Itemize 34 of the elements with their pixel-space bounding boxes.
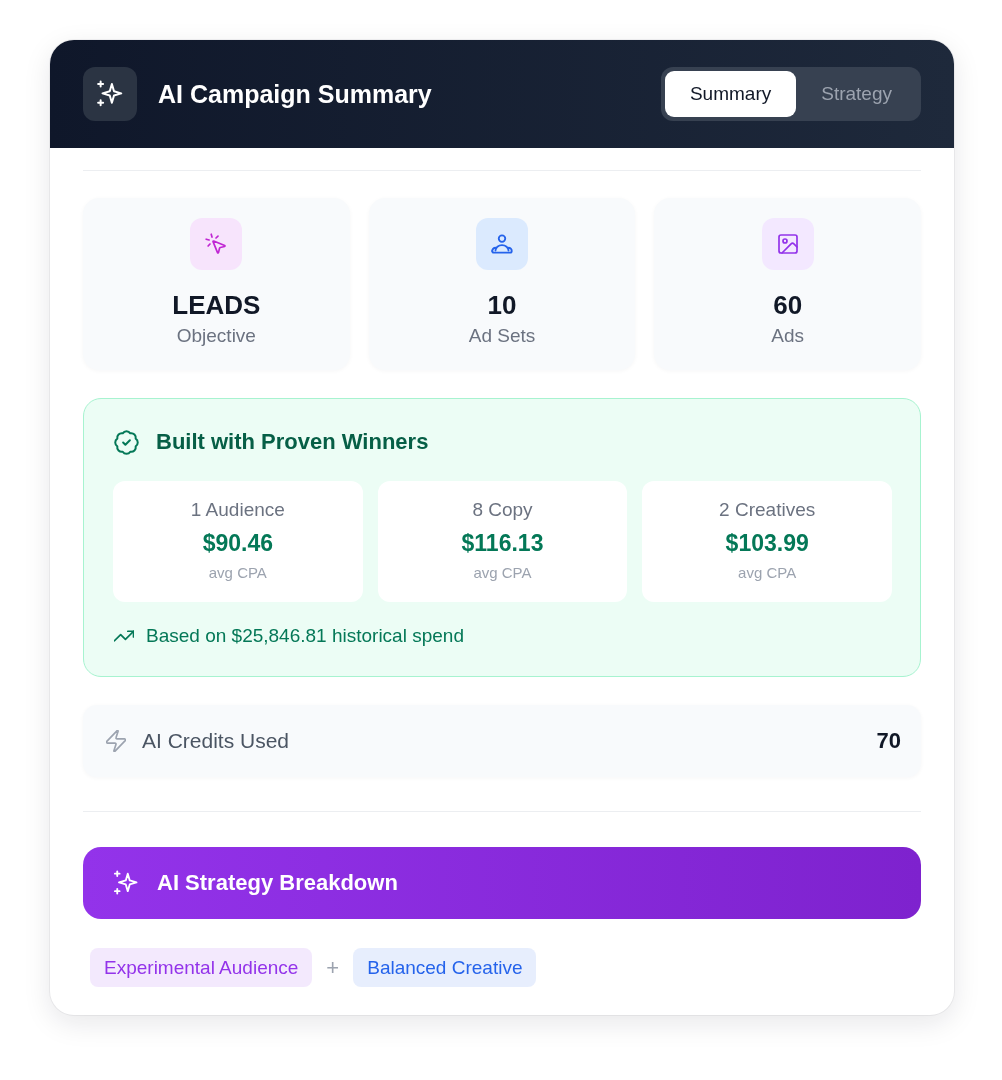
spend-note: Based on $25,846.81 historical spend: [146, 625, 464, 647]
metric-value: $116.13: [461, 529, 544, 557]
metric-value: $90.46: [202, 529, 273, 557]
image-icon: [761, 218, 814, 270]
stat-value: 60: [773, 290, 803, 320]
window-title: AI Campaign Summary: [158, 79, 432, 109]
plus-separator: +: [326, 954, 340, 981]
metric-label: 1 Audience: [190, 499, 285, 521]
strategy-breakdown-button[interactable]: AI Strategy Breakdown: [83, 847, 921, 919]
stat-value: LEADS: [172, 290, 261, 320]
metric-caption: avg CPA: [738, 563, 797, 583]
metric-caption: avg CPA: [208, 563, 267, 583]
view-tab[interactable]: Strategy: [796, 71, 917, 117]
sparkles-icon: [83, 67, 137, 121]
lightning-icon: [106, 730, 126, 752]
trending-up-icon: [114, 630, 134, 642]
strategy-tag: Balanced Creative: [353, 948, 537, 987]
metric-label: 2 Creatives: [719, 499, 816, 521]
sparkles-icon: [112, 869, 140, 897]
panel-title: Built with Proven Winners: [156, 429, 429, 455]
credits-value: 70: [876, 728, 901, 754]
person-icon: [476, 218, 528, 270]
view-tab[interactable]: Summary: [664, 71, 797, 117]
credits-label: AI Credits Used: [142, 729, 290, 753]
strategy-tag: Experimental Audience: [90, 948, 313, 987]
stat-label: Ad Sets: [468, 324, 536, 348]
stat-value: 10: [487, 290, 517, 320]
badge-check-icon: [113, 428, 140, 456]
cursor-click-icon: [190, 218, 243, 270]
metric-label: 8 Copy: [472, 499, 533, 521]
stat-label: Ads: [771, 324, 805, 348]
metric-value: $103.99: [725, 529, 809, 557]
metric-caption: avg CPA: [473, 563, 532, 583]
stat-label: Objective: [176, 324, 256, 348]
